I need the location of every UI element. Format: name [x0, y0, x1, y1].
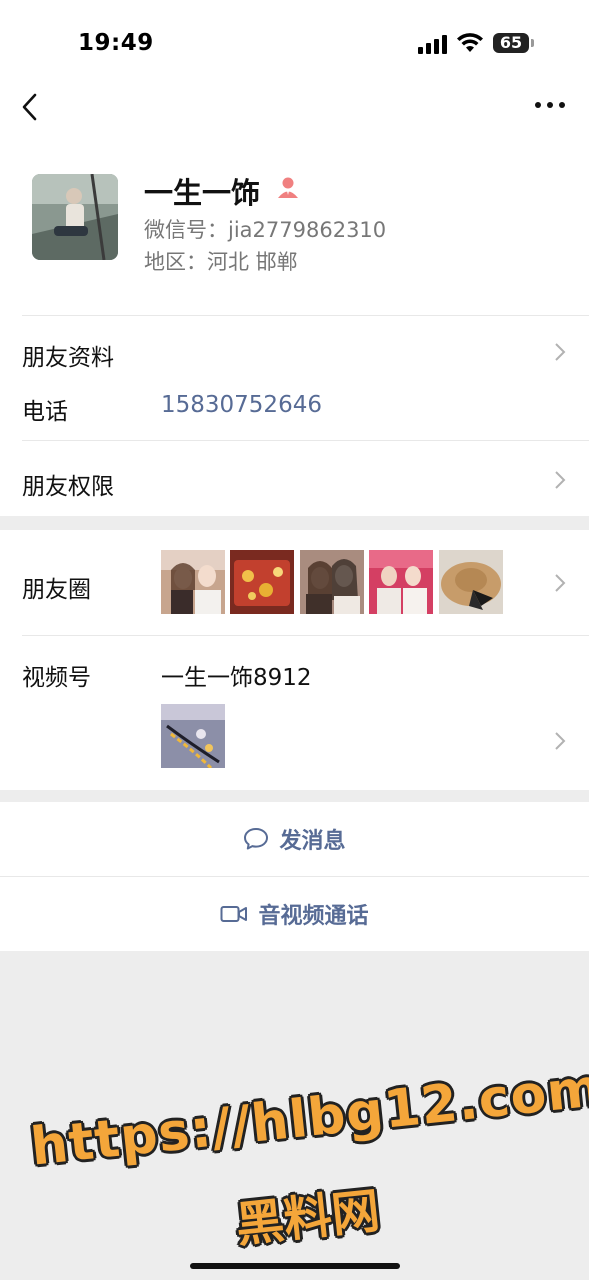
- actions-section: 发消息 音视频通话: [0, 802, 589, 951]
- friend-info-row[interactable]: 朋友资料: [0, 316, 589, 371]
- moments-row[interactable]: 朋友圈: [0, 530, 589, 635]
- moments-label: 朋友圈: [22, 577, 91, 603]
- friend-permissions-row[interactable]: 朋友权限: [0, 441, 589, 516]
- video-camera-icon: [220, 906, 248, 922]
- nav-bar: [0, 80, 589, 140]
- profile-section: 一生一饰 微信号：jia2779862310 地区：河北 邯郸 朋友资料 电话 …: [0, 140, 589, 516]
- chevron-right-icon: [555, 343, 566, 361]
- moments-photo: [161, 550, 225, 614]
- send-message-button[interactable]: 发消息: [0, 802, 589, 876]
- moments-photo: [230, 550, 294, 614]
- chevron-right-icon: [555, 732, 566, 750]
- more-dots-icon[interactable]: [533, 94, 567, 116]
- chevron-right-icon: [555, 471, 566, 489]
- channels-name: 一生一饰8912: [161, 665, 312, 691]
- status-time: 19:49: [78, 30, 154, 56]
- chat-bubble-icon: [244, 828, 269, 850]
- watermark-name: 黑料网: [233, 1182, 383, 1254]
- phone-label: 电话: [22, 399, 68, 425]
- video-call-button[interactable]: 音视频通话: [0, 877, 589, 951]
- friend-info-label: 朋友资料: [22, 345, 114, 371]
- person-icon: [278, 177, 298, 198]
- wechat-id: 微信号：jia2779862310: [144, 218, 387, 242]
- moments-photo: [439, 550, 503, 614]
- moments-photo: [300, 550, 364, 614]
- home-indicator[interactable]: [190, 1263, 400, 1269]
- channels-label: 视频号: [22, 665, 91, 691]
- battery-indicator: 65: [493, 33, 529, 53]
- battery-cap: [531, 39, 534, 47]
- phone-number-link[interactable]: 15830752646: [161, 392, 322, 418]
- watermark-url: https://hlbg12.com: [28, 1058, 589, 1178]
- channels-video-thumb: [161, 704, 225, 768]
- avatar[interactable]: [32, 174, 118, 260]
- chevron-left-icon[interactable]: [18, 92, 44, 122]
- cellular-signal-icon: [418, 34, 448, 54]
- profile-name: 一生一饰: [144, 176, 261, 210]
- video-call-label: 音视频通话: [258, 904, 369, 929]
- moments-channels-section: 朋友圈 视频号 一生一饰8912: [0, 530, 589, 790]
- wifi-icon: [457, 33, 483, 52]
- status-bar: 19:49 65: [0, 0, 589, 80]
- send-message-label: 发消息: [279, 829, 346, 854]
- channels-row[interactable]: 视频号 一生一饰8912: [0, 636, 589, 790]
- region: 地区：河北 邯郸: [144, 250, 298, 274]
- chevron-right-icon: [555, 574, 566, 592]
- moments-photo: [369, 550, 433, 614]
- friend-permissions-label: 朋友权限: [22, 474, 114, 500]
